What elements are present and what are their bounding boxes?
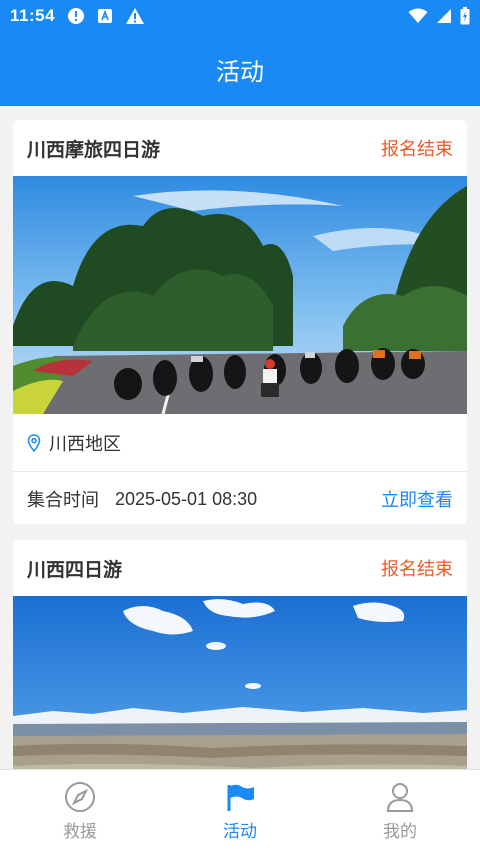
signal-icon bbox=[437, 9, 451, 23]
nav-item-mine[interactable]: 我的 bbox=[320, 770, 480, 853]
meeting-time-label: 集合时间 bbox=[27, 490, 99, 511]
alert-circle-icon bbox=[68, 8, 85, 24]
card-header: 川西摩旅四日游 报名结束 bbox=[13, 120, 467, 176]
card-header: 川西四日游 报名结束 bbox=[13, 540, 467, 596]
location-text: 川西地区 bbox=[49, 433, 121, 455]
app-bar: 活动 bbox=[0, 32, 480, 106]
system-icons bbox=[408, 7, 470, 25]
battery-icon bbox=[460, 7, 470, 25]
keyboard-a-icon bbox=[98, 9, 113, 23]
nav-item-activity[interactable]: 活动 bbox=[160, 770, 320, 853]
activity-title: 川西四日游 bbox=[27, 558, 123, 581]
nav-label-activity: 活动 bbox=[223, 822, 257, 842]
registration-status: 报名结束 bbox=[381, 559, 453, 580]
nav-item-rescue[interactable]: 救援 bbox=[0, 770, 160, 853]
registration-status: 报名结束 bbox=[381, 139, 453, 160]
activity-list[interactable]: 川西摩旅四日游 报名结束 川西地区 集合时间 2025-05-01 08:30 … bbox=[0, 106, 480, 769]
bottom-nav: 救援 活动 我的 bbox=[0, 769, 480, 853]
warning-icon bbox=[126, 8, 145, 24]
wifi-icon bbox=[408, 8, 428, 23]
view-now-button[interactable]: 立即查看 bbox=[381, 486, 453, 512]
status-bar: 11:54 bbox=[0, 0, 480, 32]
activity-card[interactable]: 川西四日游 报名结束 bbox=[13, 540, 467, 769]
user-icon bbox=[386, 783, 414, 812]
location-row: 川西地区 bbox=[13, 414, 467, 472]
card-footer: 集合时间 2025-05-01 08:30 立即查看 bbox=[13, 472, 467, 524]
nav-label-rescue: 救援 bbox=[63, 822, 97, 842]
flag-icon bbox=[227, 784, 254, 811]
compass-icon bbox=[65, 782, 95, 812]
nav-label-mine: 我的 bbox=[383, 822, 417, 842]
activity-photo[interactable] bbox=[13, 596, 467, 769]
page-title: 活动 bbox=[216, 57, 264, 86]
activity-card[interactable]: 川西摩旅四日游 报名结束 川西地区 集合时间 2025-05-01 08:30 … bbox=[13, 120, 467, 524]
activity-title: 川西摩旅四日游 bbox=[27, 138, 161, 161]
location-pin-icon bbox=[27, 433, 41, 452]
meeting-time-value: 2025-05-01 08:30 bbox=[115, 488, 258, 509]
activity-photo[interactable] bbox=[13, 176, 467, 414]
notification-icons bbox=[67, 7, 145, 25]
status-time: 11:54 bbox=[10, 6, 56, 25]
